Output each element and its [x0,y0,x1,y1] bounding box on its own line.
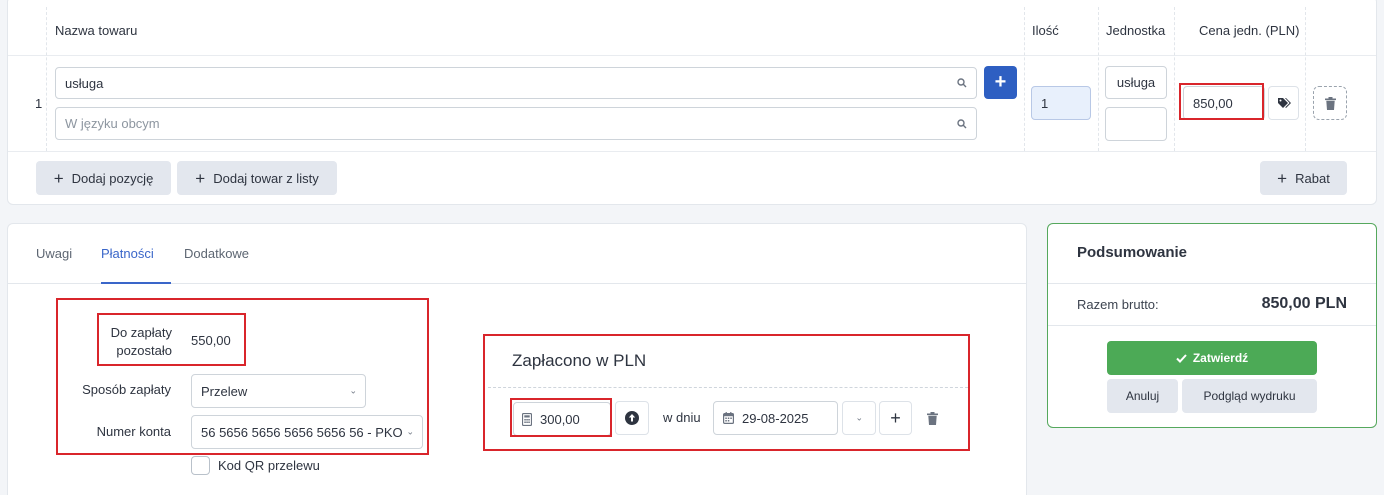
plus-icon: + [1277,168,1288,188]
trash-icon [1324,96,1336,110]
unit-input[interactable]: usługa [1105,66,1167,99]
print-preview-button[interactable]: Podgląd wydruku [1182,379,1317,413]
remaining-label-line2: pozostało [116,343,172,358]
header-price: Cena jedn. (PLN) [1199,23,1300,38]
print-preview-label: Podgląd wydruku [1203,389,1296,403]
gross-total-label: Razem brutto: [1077,297,1159,312]
product-name-value: usługa [65,75,104,91]
tab-notes[interactable]: Uwagi [36,246,72,261]
gross-total-value: 850,00 PLN [1261,295,1347,312]
chevron-down-icon: ⌄ [349,385,357,396]
plus-icon: + [994,71,1007,93]
foreign-name-input[interactable]: W języku obcym [55,107,977,140]
add-from-list-button[interactable]: + Dodaj towar z listy [177,161,337,195]
paid-divider [488,387,968,388]
account-number-label: Numer konta [96,424,171,439]
header-unit: Jednostka [1106,23,1166,38]
tags-icon [1277,98,1291,108]
payment-date-value: 29-08-2025 [742,410,809,426]
search-icon [957,78,967,88]
approve-label: Zatwierdź [1192,351,1249,365]
chevron-down-icon: ⌄ [855,412,863,423]
add-from-list-label: Dodaj towar z listy [213,170,319,186]
remaining-label: Do zapłaty pozostało [100,324,172,360]
payment-method-select[interactable]: Przelew ⌄ [191,374,366,408]
quantity-input[interactable]: 1 [1031,86,1091,120]
chevron-down-icon: ⌄ [406,426,414,437]
quantity-value: 1 [1041,95,1049,111]
col-divider [1174,7,1175,151]
highlight-price [1179,83,1264,120]
remaining-value: 550,00 [191,333,231,348]
col-divider [1305,7,1306,151]
add-position-label: Dodaj pozycję [71,170,154,186]
tab-additional[interactable]: Dodatkowe [184,246,249,261]
payment-method-label: Sposób zapłaty [82,382,171,397]
check-icon [1176,353,1187,363]
tab-payments[interactable]: Płatności [101,246,154,261]
row-divider [8,151,1376,152]
trash-icon [926,411,938,425]
discount-label: Rabat [1295,170,1330,186]
active-tab-indicator [101,282,171,284]
unit-extra-input[interactable] [1105,107,1167,141]
qr-code-label: Kod QR przelewu [218,458,320,473]
discount-button[interactable]: + Rabat [1260,161,1347,195]
header-qty: Ilość [1032,23,1059,38]
payment-method-value: Przelew [201,383,248,399]
col-divider [1024,7,1025,151]
date-dropdown-button[interactable]: ⌄ [842,401,876,435]
summary-title: Podsumowanie [1077,244,1188,261]
cancel-label: Anuluj [1125,389,1160,403]
add-product-button[interactable]: + [984,66,1017,99]
header-divider [8,55,1376,56]
delete-row-button[interactable] [1313,86,1347,120]
plus-icon: + [195,168,206,188]
account-number-value: 56 5656 5656 5656 5656 56 - PKO [201,424,403,440]
arrow-up-circle-icon [625,411,639,425]
highlight-paid-amount [510,398,612,437]
paid-title: Zapłacono w PLN [512,351,647,370]
summary-divider [1048,325,1376,326]
cancel-button[interactable]: Anuluj [1107,379,1178,413]
calendar-icon [723,412,734,424]
col-divider [46,7,47,151]
qr-code-checkbox[interactable] [191,456,210,475]
add-position-button[interactable]: + Dodaj pozycję [36,161,171,195]
price-tags-button[interactable] [1268,86,1299,120]
header-name: Nazwa towaru [55,23,138,38]
summary-divider [1048,283,1376,284]
add-payment-button[interactable]: + [879,401,912,435]
payment-date-input[interactable]: 29-08-2025 [713,401,838,435]
on-day-label: w dniu [663,410,701,425]
product-name-input[interactable]: usługa [55,67,977,99]
row-index: 1 [35,96,43,111]
col-divider [1098,7,1099,151]
plus-icon: + [53,168,64,188]
plus-icon: + [890,407,901,428]
upload-amount-button[interactable] [615,401,649,435]
approve-button[interactable]: Zatwierdź [1107,341,1317,375]
remaining-label-line1: Do zapłaty [110,325,172,340]
unit-value: usługa [1116,75,1156,90]
search-icon [957,118,967,128]
account-number-select[interactable]: 56 5656 5656 5656 5656 56 - PKO ⌄ [191,415,423,449]
foreign-name-placeholder: W języku obcym [65,116,160,131]
delete-payment-button[interactable] [920,401,944,435]
